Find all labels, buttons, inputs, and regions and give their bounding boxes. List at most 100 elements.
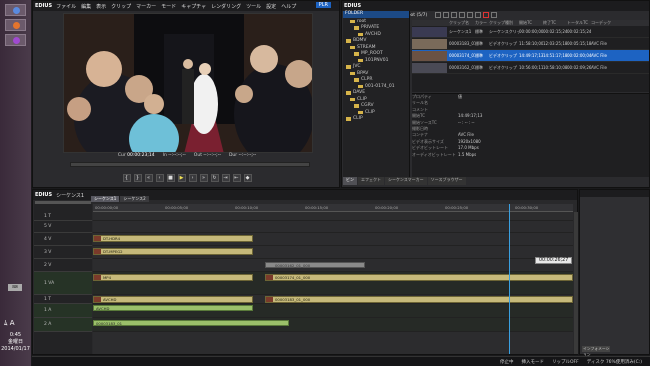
set-out-button[interactable]: } [133, 174, 142, 182]
ruler-tick-label: 00:00:05;00 [165, 205, 189, 210]
system-tray-icons[interactable]: ﾑ A [4, 318, 15, 328]
overwrite-button[interactable]: ⇤ [232, 174, 241, 182]
folder-icon [358, 32, 363, 36]
menu-item[interactable]: レンダリング [211, 4, 241, 10]
taskbar-app-button[interactable] [5, 4, 26, 16]
search-icon[interactable] [475, 12, 482, 18]
folder-icon [350, 19, 355, 23]
column-header[interactable]: コーデック [591, 20, 611, 26]
menu-item[interactable]: 設定 [266, 4, 276, 10]
menu-item[interactable]: クリップ [111, 4, 131, 10]
clip-label: 00003162_01_000 [275, 263, 311, 268]
folder-up-icon[interactable] [435, 12, 442, 18]
track-header[interactable]: 5 V [34, 221, 92, 233]
play-button[interactable]: ▶ [177, 174, 186, 182]
stop-button[interactable]: ■ [166, 174, 175, 182]
track-row[interactable] [93, 212, 573, 221]
clip-codec: AVC File [591, 53, 607, 58]
video-preview[interactable] [63, 13, 313, 153]
track-header[interactable]: 1 T [34, 295, 92, 304]
bin-tab[interactable]: ソースブラウザー [427, 177, 466, 185]
clock-date: 2014/01/17 [1, 346, 30, 352]
track-header[interactable]: 1 T [34, 212, 92, 221]
taskbar-app-button[interactable] [5, 34, 26, 46]
fast-forward-button[interactable]: » [199, 174, 208, 182]
clip-thumbnail [266, 275, 273, 280]
bin-tab[interactable]: ビン [343, 177, 357, 185]
step-forward-button[interactable]: › [188, 174, 197, 182]
column-header[interactable]: クリップ名 [449, 20, 475, 26]
timeline-scrollbar[interactable] [574, 212, 578, 354]
timecode-label: Cur [117, 153, 126, 158]
video-clip[interactable]: DT-HDR4 [93, 235, 253, 242]
keyboard-icon[interactable]: ⌨ [8, 284, 22, 291]
bin-tab[interactable]: エフェクト [358, 177, 384, 185]
open-icon[interactable] [467, 12, 474, 18]
column-header[interactable]: 開始TC [519, 20, 543, 26]
delete-icon[interactable] [483, 12, 490, 18]
plr-badge[interactable]: PLR [315, 2, 331, 8]
marker-button[interactable]: ◆ [243, 174, 252, 182]
clip-name: 00003183_01_000 [449, 41, 475, 46]
video-clip[interactable]: 00003174_01_000 [265, 274, 573, 281]
sequence-tab[interactable]: シーケンス2 [120, 196, 149, 202]
clip-color: 標準 [475, 52, 483, 58]
track-header[interactable]: 2 A [34, 318, 92, 332]
folder-label: BPAV [357, 70, 369, 76]
track-row[interactable] [93, 221, 573, 233]
folder-tree-item[interactable]: CLIP [343, 116, 409, 123]
set-in-button[interactable]: { [122, 174, 131, 182]
clip-row[interactable]: シーケンス1標準シーケンスクリップ00:00:00;0000:02:15;240… [412, 26, 649, 38]
video-clip[interactable]: AVCHD [93, 296, 253, 303]
bin-tab[interactable]: シーケンスマーカー [385, 177, 427, 185]
track-header[interactable]: 2 V [34, 259, 92, 272]
track-header[interactable]: 3 V [34, 246, 92, 259]
player-menubar: EDIUS ファイル 編集 表示 クリップ マーカー モード キャプチャ レンダリング ツール設… [33, 1, 339, 11]
column-header[interactable]: 終了TC [543, 20, 567, 26]
menu-item[interactable]: 編集 [81, 4, 91, 10]
video-clip[interactable]: DT-MPEG2 [93, 248, 253, 255]
playhead[interactable] [509, 204, 510, 354]
time-ruler[interactable]: 00:00:00;00 00:00:05;00 00:00:10;00 00:00:1… [93, 204, 573, 212]
track-header[interactable]: 1 A [34, 304, 92, 318]
column-header[interactable]: カラー [475, 20, 489, 26]
folder-icon [354, 26, 359, 30]
rewind-button[interactable]: « [144, 174, 153, 182]
menu-item[interactable]: キャプチャ [181, 4, 206, 10]
clock[interactable]: 0:45 金曜日 2014/01/17 [0, 332, 31, 353]
track-area[interactable]: DT-HDR4 DT-MPEG2 00003162_01_000 MP4 0000317… [93, 212, 573, 354]
menu-item[interactable]: 表示 [96, 4, 106, 10]
menu-item[interactable]: モード [161, 4, 176, 10]
folder-icon [346, 91, 351, 95]
taskbar-app-button[interactable] [5, 19, 26, 31]
clip-color: 標準 [475, 28, 483, 34]
player-scrub-bar[interactable] [70, 162, 310, 167]
info-tab[interactable]: インフォメーション [582, 346, 610, 357]
view-icon[interactable] [443, 12, 450, 18]
clip-row[interactable]: 00003174_01_000標準ビデオクリップ14:49:17;1314:51… [412, 50, 649, 62]
menu-item[interactable]: ヘルプ [281, 4, 296, 10]
clip-row[interactable]: 00003183_01_000標準ビデオクリップ11:58:10;0012:03… [412, 38, 649, 50]
video-clip[interactable]: 00003183_01_000 [265, 296, 573, 303]
properties-icon[interactable] [491, 12, 498, 18]
audio-clip[interactable]: AVCHD [93, 305, 253, 311]
video-clip[interactable]: MP4 [93, 274, 253, 281]
timeline-app-logo: EDIUS [35, 192, 53, 198]
column-header[interactable]: トータルTC [567, 20, 591, 26]
menu-item[interactable]: マーカー [136, 4, 156, 10]
step-back-button[interactable]: ‹ [155, 174, 164, 182]
video-clip[interactable]: 00003162_01_000 [265, 262, 365, 268]
add-clip-icon[interactable] [451, 12, 458, 18]
column-header[interactable]: クリップ種別 [489, 20, 519, 26]
loop-button[interactable]: ↻ [210, 174, 219, 182]
add-sequence-icon[interactable] [459, 12, 466, 18]
folder-icon [346, 39, 351, 43]
clip-row[interactable]: 00003162_01_000標準ビデオクリップ10:56:00;1110:58… [412, 62, 649, 74]
track-header[interactable]: 1 VA [34, 272, 92, 295]
menu-item[interactable]: ツール [246, 4, 261, 10]
menu-item[interactable]: ファイル [56, 4, 76, 10]
audio-clip[interactable]: 00003183_01 [93, 320, 289, 326]
track-header[interactable]: 4 V [34, 233, 92, 246]
insert-button[interactable]: ⇥ [221, 174, 230, 182]
sequence-tab[interactable]: シーケンス1 [91, 196, 120, 202]
